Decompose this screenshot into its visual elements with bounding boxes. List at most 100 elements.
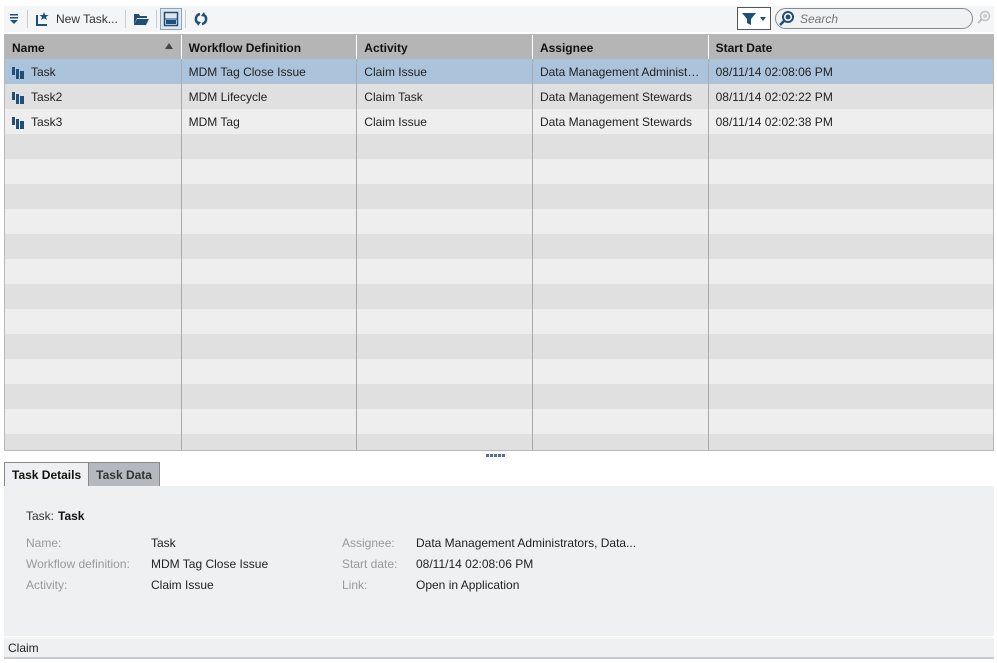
task-details-panel: Task: Task Name: Task Workflow definition… [4, 486, 994, 636]
search-input[interactable] [800, 11, 960, 26]
task-icon [12, 91, 24, 104]
status-bar: Claim [4, 637, 994, 659]
cell-activity [357, 409, 533, 434]
refresh-button[interactable] [189, 8, 213, 30]
cell-assignee [533, 309, 709, 334]
cell-activity [357, 259, 533, 284]
column-header-name[interactable]: Name [5, 35, 182, 59]
cell-assignee [533, 184, 709, 209]
cell-name: Task2 [5, 84, 182, 109]
cell-assignee [533, 234, 709, 259]
cell-text: Data Management Administr... [539, 65, 701, 79]
search-go-icon [977, 10, 991, 24]
cell-assignee [533, 384, 709, 409]
cell-name [5, 434, 182, 450]
empty-row [5, 359, 993, 384]
cell-start [709, 284, 993, 309]
cell-start: 08/11/14 02:08:06 PM [709, 59, 993, 84]
column-header-label: Assignee [539, 41, 594, 55]
assignee-value: Data Management Administrators, Data... [416, 536, 637, 550]
search-box[interactable] [775, 8, 973, 29]
menu-down-icon [10, 14, 18, 24]
table-row[interactable]: Task3 MDM Tag Claim Issue Data Management S… [5, 109, 993, 134]
details-title-value: Task [58, 509, 85, 523]
status-text: Claim [8, 641, 39, 655]
cell-text: Task2 [31, 90, 63, 104]
cell-name: Task [5, 59, 182, 84]
toolbar-separator [184, 10, 186, 28]
tab-task-data[interactable]: Task Data [89, 462, 160, 487]
cell-start: 08/11/14 02:02:38 PM [709, 109, 993, 134]
table-row[interactable]: Task2 MDM Lifecycle Claim Task Data Managem… [5, 84, 993, 109]
task-icon [12, 116, 24, 129]
cell-workflow [182, 184, 358, 209]
menu-button[interactable] [4, 8, 24, 30]
empty-row [5, 434, 993, 450]
splitter-handle[interactable] [486, 454, 505, 457]
column-header-assignee[interactable]: Assignee [533, 35, 709, 59]
column-header-label: Name [12, 41, 45, 55]
cell-text: MDM Lifecycle [188, 90, 268, 104]
cell-name [5, 184, 182, 209]
tab-task-details[interactable]: Task Details [4, 462, 90, 487]
cell-assignee: Data Management Stewards [533, 109, 709, 134]
cell-text: Claim Issue [364, 65, 427, 79]
cell-start [709, 434, 993, 450]
cell-start [709, 384, 993, 409]
search-icon [779, 10, 794, 26]
cell-assignee: Data Management Stewards [533, 84, 709, 109]
chevron-down-icon [760, 16, 766, 21]
new-task-button[interactable]: New Task... [31, 8, 122, 30]
cell-name [5, 209, 182, 234]
toolbar-separator [155, 10, 157, 28]
task-grid: Name Workflow Definition Activity Assign… [4, 34, 994, 451]
sort-ascending-icon [164, 43, 173, 49]
cell-text: Data Management Stewards [539, 90, 693, 104]
start-date-value: 08/11/14 02:08:06 PM [416, 557, 534, 571]
toolbar-separator [124, 10, 126, 28]
cell-name [5, 359, 182, 384]
cell-start: 08/11/14 02:02:22 PM [709, 84, 993, 109]
cell-activity: Claim Task [357, 84, 533, 109]
cell-name [5, 309, 182, 334]
column-header-start-date[interactable]: Start Date [709, 35, 993, 59]
empty-row [5, 134, 993, 159]
cell-name [5, 259, 182, 284]
cell-activity: Claim Issue [357, 109, 533, 134]
table-row[interactable]: Task MDM Tag Close Issue Claim Issue Data M… [5, 59, 993, 84]
empty-row [5, 284, 993, 309]
cell-workflow: MDM Tag [182, 109, 358, 134]
cell-assignee [533, 134, 709, 159]
filter-button[interactable] [737, 7, 771, 30]
empty-row [5, 184, 993, 209]
column-header-label: Workflow Definition [188, 41, 302, 55]
name-label: Name: [26, 536, 62, 550]
assignee-label: Assignee: [342, 536, 395, 550]
cell-name [5, 409, 182, 434]
cell-assignee [533, 434, 709, 450]
empty-row [5, 384, 993, 409]
cell-workflow [182, 409, 358, 434]
cell-text: 08/11/14 02:02:22 PM [715, 90, 833, 104]
name-value: Task [151, 536, 176, 550]
filter-icon [742, 12, 756, 25]
cell-text: Task3 [31, 115, 63, 129]
column-header-label: Activity [364, 41, 408, 55]
layout-toggle-button[interactable] [159, 8, 182, 30]
cell-name [5, 234, 182, 259]
cell-activity [357, 284, 533, 309]
cell-name [5, 334, 182, 359]
search-go-button[interactable] [976, 10, 992, 29]
open-in-application-link[interactable]: Open in Application [416, 578, 519, 592]
detail-tabs: Task Details Task Data [4, 462, 160, 487]
column-header-workflow[interactable]: Workflow Definition [182, 35, 358, 59]
cell-assignee [533, 159, 709, 184]
column-header-activity[interactable]: Activity [357, 35, 533, 59]
empty-row [5, 209, 993, 234]
cell-text: Claim Issue [364, 115, 427, 129]
details-title: Task: Task [26, 509, 84, 523]
empty-row [5, 409, 993, 434]
column-header-label: Start Date [715, 41, 773, 55]
cell-text: MDM Tag Close Issue [188, 65, 306, 79]
open-button[interactable] [129, 8, 153, 30]
